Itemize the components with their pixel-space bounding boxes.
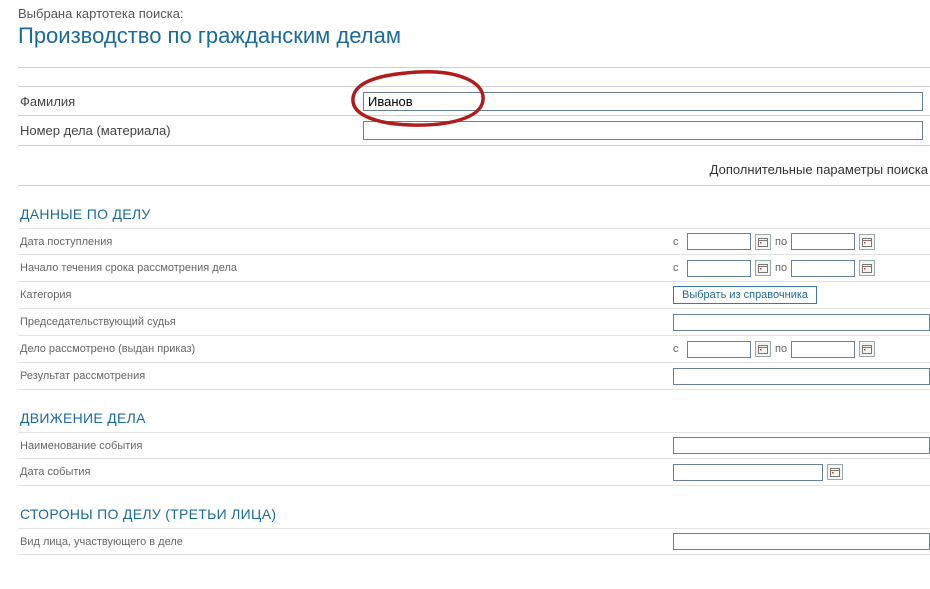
surname-label: Фамилия — [18, 94, 363, 109]
start-term-to-input[interactable] — [791, 260, 855, 277]
category-label: Категория — [18, 289, 673, 301]
start-term-label: Начало течения срока рассмотрения дела — [18, 262, 673, 274]
reviewed-from-input[interactable] — [687, 341, 751, 358]
judge-input[interactable] — [673, 314, 930, 331]
reviewed-to-input[interactable] — [791, 341, 855, 358]
case-number-label: Номер дела (материала) — [18, 123, 363, 138]
receipt-date-to-input[interactable] — [791, 233, 855, 250]
start-term-from-input[interactable] — [687, 260, 751, 277]
reviewed-label: Дело рассмотрено (выдан приказ) — [18, 343, 673, 355]
calendar-icon[interactable] — [859, 260, 875, 276]
result-input[interactable] — [673, 368, 930, 385]
calendar-icon[interactable] — [859, 234, 875, 250]
section-title-case-data: ДАННЫЕ ПО ДЕЛУ — [18, 206, 930, 222]
page-title: Производство по гражданским делам — [18, 23, 930, 49]
range-to: по — [775, 343, 787, 355]
section-title-movement: ДВИЖЕНИЕ ДЕЛА — [18, 410, 930, 426]
calendar-icon[interactable] — [755, 260, 771, 276]
receipt-date-from-input[interactable] — [687, 233, 751, 250]
case-number-input[interactable] — [363, 121, 923, 140]
result-label: Результат рассмотрения — [18, 370, 673, 382]
header-label: Выбрана картотека поиска: — [18, 6, 930, 21]
judge-label: Председательствующий судья — [18, 316, 673, 328]
event-date-input[interactable] — [673, 464, 823, 481]
range-to: по — [775, 236, 787, 248]
category-lookup-button[interactable]: Выбрать из справочника — [673, 286, 817, 304]
range-from: с — [673, 236, 683, 248]
surname-input[interactable] — [363, 92, 923, 111]
calendar-icon[interactable] — [859, 341, 875, 357]
calendar-icon[interactable] — [755, 234, 771, 250]
range-from: с — [673, 343, 683, 355]
divider — [18, 67, 930, 68]
person-type-input[interactable] — [673, 533, 930, 550]
calendar-icon[interactable] — [827, 464, 843, 480]
event-date-label: Дата события — [18, 466, 673, 478]
additional-params-link[interactable]: Дополнительные параметры поиска — [710, 162, 928, 177]
section-title-parties: СТОРОНЫ ПО ДЕЛУ (ТРЕТЬИ ЛИЦА) — [18, 506, 930, 522]
event-name-input[interactable] — [673, 437, 930, 454]
event-name-label: Наименование события — [18, 440, 673, 452]
receipt-date-label: Дата поступления — [18, 236, 673, 248]
range-to: по — [775, 262, 787, 274]
range-from: с — [673, 262, 683, 274]
person-type-label: Вид лица, участвующего в деле — [18, 536, 673, 548]
calendar-icon[interactable] — [755, 341, 771, 357]
